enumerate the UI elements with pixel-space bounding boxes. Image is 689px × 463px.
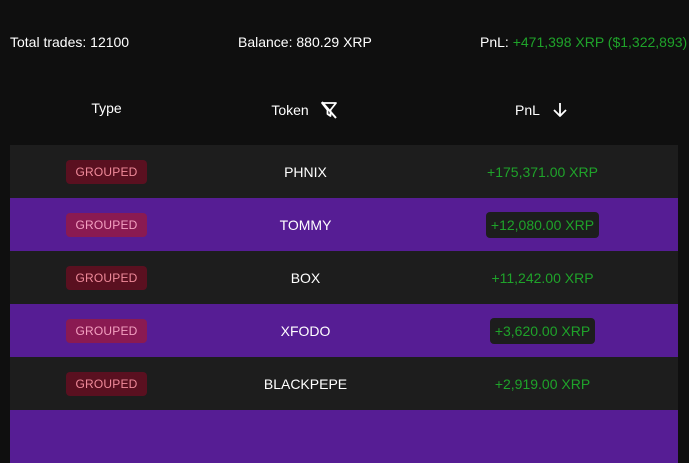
column-header-token[interactable]: Token bbox=[240, 100, 370, 120]
trades-table-body: GROUPED PHNIX +175,371.00 XRP GROUPED TO… bbox=[10, 145, 678, 463]
pnl-value-cell: +3,620.00 XRP bbox=[489, 317, 596, 344]
pnl-value-cell: +12,080.00 XRP bbox=[485, 211, 600, 238]
type-badge: GROUPED bbox=[66, 318, 147, 343]
table-row[interactable] bbox=[10, 410, 678, 463]
pnl-value-cell: +175,371.00 XRP bbox=[487, 163, 598, 180]
type-badge: GROUPED bbox=[66, 265, 147, 290]
pnl-value-cell: +2,919.00 XRP bbox=[494, 375, 591, 392]
pnl-label: PnL: bbox=[480, 34, 509, 50]
table-row[interactable]: GROUPED XFODO +3,620.00 XRP bbox=[10, 304, 678, 357]
column-header-type[interactable]: Type bbox=[10, 100, 203, 116]
token-name: BOX bbox=[290, 269, 321, 286]
token-name: PHNIX bbox=[284, 163, 327, 180]
table-row[interactable]: GROUPED BOX +11,242.00 XRP bbox=[10, 251, 678, 304]
column-header-pnl[interactable]: PnL bbox=[480, 100, 605, 120]
table-row[interactable]: GROUPED TOMMY +12,080.00 XRP bbox=[10, 198, 678, 251]
column-header-type-label: Type bbox=[91, 100, 122, 116]
column-header-pnl-label: PnL bbox=[515, 102, 540, 118]
type-badge: GROUPED bbox=[66, 159, 147, 184]
table-row[interactable]: GROUPED PHNIX +175,371.00 XRP bbox=[10, 145, 678, 198]
type-badge: GROUPED bbox=[66, 371, 147, 396]
total-pnl: PnL: +471,398 XRP ($1,322,893) bbox=[480, 34, 687, 50]
column-header-token-label: Token bbox=[271, 102, 309, 118]
token-name: BLACKPEPE bbox=[263, 375, 348, 392]
total-trades: Total trades: 12100 bbox=[10, 34, 130, 50]
pnl-value-cell: +11,242.00 XRP bbox=[491, 269, 594, 286]
table-header: Type Token PnL bbox=[10, 100, 678, 124]
token-name: XFODO bbox=[280, 322, 331, 339]
balance: Balance: 880.29 XRP bbox=[238, 34, 372, 50]
arrow-down-icon[interactable] bbox=[550, 100, 570, 120]
summary-bar: Total trades: 12100 Balance: 880.29 XRP … bbox=[0, 34, 689, 52]
table-row[interactable]: GROUPED BLACKPEPE +2,919.00 XRP bbox=[10, 357, 678, 410]
pnl-value: +471,398 XRP ($1,322,893) bbox=[512, 34, 688, 50]
token-name: TOMMY bbox=[279, 216, 332, 233]
filter-off-icon[interactable] bbox=[319, 100, 339, 120]
type-badge: GROUPED bbox=[66, 212, 147, 237]
